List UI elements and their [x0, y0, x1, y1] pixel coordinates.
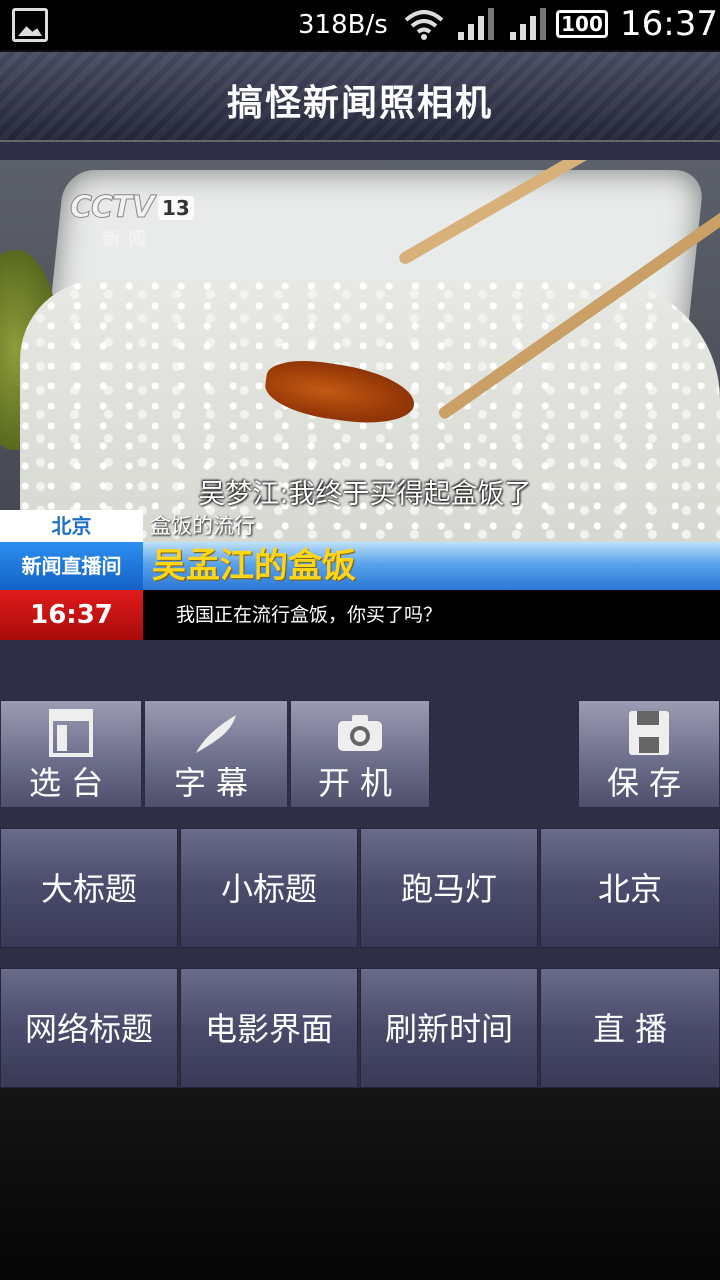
web-title-button[interactable]: 网络标题: [0, 968, 178, 1088]
layout-icon: [49, 709, 93, 757]
title-bar: 搞怪新闻照相机: [0, 50, 720, 142]
ticker-text: 我国正在流行盒饭，你买了吗？: [176, 604, 443, 626]
small-title: 盒饭的流行: [150, 514, 255, 538]
wifi-icon: [404, 10, 444, 40]
channel-logo: CCTV 13 新闻: [70, 190, 194, 251]
quill-icon: [196, 715, 236, 753]
signal-icon-2: [510, 8, 546, 40]
headline: 吴孟江的盒饭: [152, 546, 356, 586]
subtitle-button[interactable]: 字幕: [144, 700, 288, 808]
big-title-button[interactable]: 大标题: [0, 828, 178, 948]
marquee-button[interactable]: 跑马灯: [360, 828, 538, 948]
battery-icon: 100: [556, 10, 608, 38]
network-speed: 318B/s: [298, 10, 388, 40]
save-button[interactable]: 保存: [578, 700, 720, 808]
location-label: 北京: [0, 510, 143, 542]
floppy-icon: [629, 711, 669, 755]
select-channel-button[interactable]: 选台: [0, 700, 142, 808]
app-title: 搞怪新闻照相机: [226, 83, 493, 124]
broadcast-clock: 16:37: [0, 590, 143, 640]
status-time: 16:37: [620, 4, 718, 44]
movie-screen-button[interactable]: 电影界面: [180, 968, 358, 1088]
status-bar: 318B/s 100 16:37: [0, 0, 720, 50]
quote-subtitle: 吴梦江:我终于买得起盒饭了: [198, 479, 532, 510]
gallery-notification-icon: [12, 8, 48, 42]
signal-icon: [458, 8, 494, 40]
studio-label: 新闻直播间: [0, 542, 143, 590]
live-button[interactable]: 直 播: [540, 968, 720, 1088]
camera-icon: [338, 715, 382, 751]
small-title-button[interactable]: 小标题: [180, 828, 358, 948]
refresh-time-button[interactable]: 刷新时间: [360, 968, 538, 1088]
power-on-button[interactable]: 开机: [290, 700, 430, 808]
location-button[interactable]: 北京: [540, 828, 720, 948]
